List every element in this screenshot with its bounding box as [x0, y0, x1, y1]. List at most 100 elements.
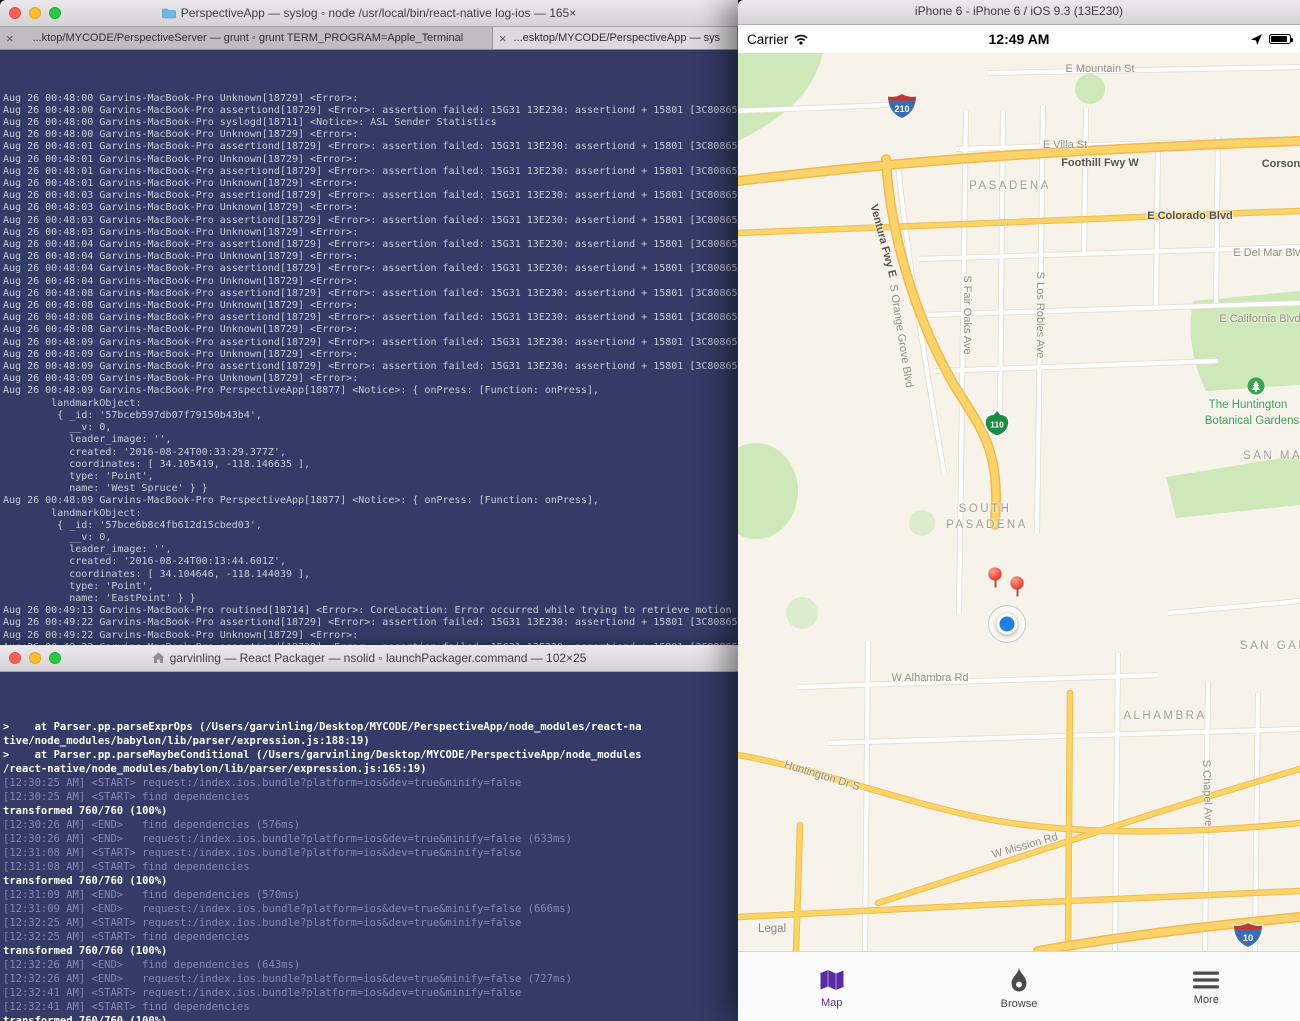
tab-map[interactable]: Map — [738, 952, 925, 1021]
terminal-line: Aug 26 00:48:00 Garvins-MacBook-Pro Unkn… — [3, 129, 359, 141]
terminal-tabstrip: × ...ktop/MYCODE/PerspectiveServer — gru… — [0, 27, 738, 50]
terminal-line: Aug 26 00:48:03 Garvins-MacBook-Pro Unkn… — [3, 226, 359, 238]
location-arrow-icon — [1251, 33, 1262, 45]
terminal-line: coordinates: [ 34.105419, -118.146635 ], — [3, 458, 311, 470]
map-label: Foothill Fwy W — [1061, 157, 1139, 169]
terminal-output[interactable]: > at Parser.pp.parseExprOps (/Users/garv… — [0, 672, 738, 1021]
terminal-line: [12:31:09 AM] <END> find dependencies (5… — [3, 889, 301, 901]
terminal-window-packager: garvinling — React Packager — nsolid ◦ l… — [0, 645, 738, 1021]
map-label: W Alhambra Rd — [891, 672, 969, 684]
minimize-window-button[interactable] — [29, 7, 41, 19]
highway-shield-10: 10 — [1232, 921, 1264, 949]
terminal-line: type: 'Point', — [3, 470, 154, 482]
terminal-line: Aug 26 00:48:03 Garvins-MacBook-Pro asse… — [3, 190, 738, 202]
map-label: S Chapel Ave — [1199, 759, 1215, 827]
map-label: Botanical Gardens — [1204, 415, 1300, 427]
terminal-line: { _id: '57bce6b8c4fb612d15cbed03', — [3, 519, 262, 531]
traffic-lights — [9, 7, 61, 19]
terminal-line: Aug 26 00:48:09 Garvins-MacBook-Pro asse… — [3, 361, 738, 373]
svg-text:10: 10 — [1243, 933, 1254, 944]
terminal-titlebar[interactable]: PerspectiveApp — syslog ◦ node /usr/loca… — [0, 0, 738, 27]
terminal-line: transformed 760/760 (100%) — [3, 875, 168, 887]
terminal-output[interactable]: Aug 26 00:48:00 Garvins-MacBook-Pro Unkn… — [0, 50, 738, 645]
terminal-line: Aug 26 00:48:09 Garvins-MacBook-Pro Unkn… — [3, 348, 359, 360]
map-pin[interactable] — [1010, 576, 1024, 597]
traffic-lights — [9, 652, 61, 664]
map-view[interactable]: E Mountain St E Villa St Foothill Fwy W Cor… — [738, 53, 1300, 951]
terminal-line: [12:32:41 AM] <START> find dependencies — [3, 1001, 250, 1013]
terminal-line: Aug 26 00:48:09 Garvins-MacBook-Pro asse… — [3, 336, 738, 348]
terminal-line: [12:30:26 AM] <END> find dependencies (5… — [3, 819, 301, 831]
terminal-line: > at Parser.pp.parseExprOps (/Users/garv… — [3, 721, 642, 733]
terminal-line: Aug 26 00:48:08 Garvins-MacBook-Pro Unkn… — [3, 324, 359, 336]
terminal-line: created: '2016-08-24T00:33:29.377Z', — [3, 446, 286, 458]
window-title: PerspectiveApp — syslog ◦ node /usr/loca… — [161, 6, 577, 20]
terminal-line: Aug 26 00:48:09 Garvins-MacBook-Pro Unkn… — [3, 373, 359, 385]
map-label: SOUTH — [958, 503, 1012, 515]
terminal-line: Aug 26 00:48:09 Garvins-MacBook-Pro Pers… — [3, 495, 600, 507]
terminal-line: Aug 26 00:48:09 Garvins-MacBook-Pro Pers… — [3, 385, 600, 397]
tab-more[interactable]: More — [1113, 952, 1300, 1021]
user-location-dot — [988, 605, 1026, 643]
status-time: 12:49 AM — [988, 31, 1050, 47]
legal-link[interactable]: Legal — [758, 923, 786, 935]
terminal-line: Aug 26 00:48:01 Garvins-MacBook-Pro Unkn… — [3, 178, 359, 190]
terminal-tab-label: ...ktop/MYCODE/PerspectiveServer — grunt… — [32, 32, 464, 44]
terminal-line: [12:32:25 AM] <START> request:/index.ios… — [3, 917, 522, 929]
terminal-line: /react-native/node_modules/babylon/lib/p… — [3, 763, 427, 775]
map-label: E Villa St — [1042, 139, 1088, 151]
terminal-line: Aug 26 00:48:01 Garvins-MacBook-Pro Unkn… — [3, 153, 359, 165]
tab-bar: Map Browse More — [738, 951, 1300, 1021]
terminal-line: Aug 26 00:48:03 Garvins-MacBook-Pro asse… — [3, 214, 738, 226]
close-icon[interactable]: × — [499, 32, 507, 45]
terminal-line: [12:32:26 AM] <END> find dependencies (6… — [3, 959, 301, 971]
terminal-line: name: 'EastPoint' } } — [3, 592, 196, 604]
map-label: E Mountain St — [1065, 63, 1135, 75]
close-icon[interactable]: × — [6, 32, 14, 45]
window-title-text: PerspectiveApp — syslog ◦ node /usr/loca… — [180, 6, 577, 20]
map-label: SAN GABRIEL — [1239, 640, 1300, 652]
simulator-window: iPhone 6 - iPhone 6 / iOS 9.3 (13E230) C… — [738, 0, 1300, 1021]
zoom-window-button[interactable] — [49, 652, 61, 664]
terminal-line: tive/node_modules/babylon/lib/parser/exp… — [3, 735, 370, 747]
minimize-window-button[interactable] — [29, 652, 41, 664]
terminal-tab[interactable]: × ...ktop/MYCODE/PerspectiveServer — gru… — [0, 27, 493, 49]
terminal-line: Aug 26 00:49:13 Garvins-MacBook-Pro rout… — [3, 605, 732, 617]
terminal-line: Aug 26 00:49:22 Garvins-MacBook-Pro Unkn… — [3, 629, 359, 641]
terminal-line: Aug 26 00:48:00 Garvins-MacBook-Pro Unkn… — [3, 92, 359, 104]
simulator-titlebar[interactable]: iPhone 6 - iPhone 6 / iOS 9.3 (13E230) — [738, 0, 1300, 25]
close-window-button[interactable] — [9, 7, 21, 19]
terminal-window-syslog: PerspectiveApp — syslog ◦ node /usr/loca… — [0, 0, 738, 645]
terminal-line: transformed 760/760 (100%) — [3, 1015, 168, 1021]
terminal-line: Aug 26 00:48:03 Garvins-MacBook-Pro Unkn… — [3, 202, 359, 214]
map-label: The Huntington — [1208, 399, 1288, 411]
map-label: SAN MARINO — [1243, 450, 1300, 462]
map-label: S Fair Oaks Ave — [961, 275, 973, 355]
tree-icon — [1247, 377, 1265, 395]
terminal-line: [12:31:08 AM] <START> request:/index.ios… — [3, 847, 522, 859]
map-pin[interactable] — [988, 567, 1002, 588]
terminal-line: name: 'West Spruce' } } — [3, 483, 208, 495]
terminal-line: __v: 0, — [3, 531, 112, 543]
terminal-tab[interactable]: × ...esktop/MYCODE/PerspectiveApp — sys — [493, 27, 738, 49]
tab-map-label: Map — [820, 997, 843, 1009]
terminal-line: [12:32:25 AM] <START> find dependencies — [3, 931, 250, 943]
tab-browse-label: Browse — [1000, 998, 1038, 1010]
zoom-window-button[interactable] — [49, 7, 61, 19]
window-title: garvinling — React Packager — nsolid ◦ l… — [152, 651, 586, 665]
terminal-line: created: '2016-08-24T00:13:44.601Z', — [3, 556, 286, 568]
svg-text:110: 110 — [990, 420, 1004, 430]
map-label: Corson St — [1261, 158, 1300, 170]
terminal-tab-label: ...esktop/MYCODE/PerspectiveApp — sys — [513, 32, 721, 44]
map-label: E Del Mar Blvd — [1233, 247, 1300, 259]
close-window-button[interactable] — [9, 652, 21, 664]
terminal-line: Aug 26 00:48:04 Garvins-MacBook-Pro Unkn… — [3, 251, 359, 263]
home-icon — [152, 652, 165, 663]
terminal-titlebar[interactable]: garvinling — React Packager — nsolid ◦ l… — [0, 645, 738, 672]
terminal-line: Aug 26 00:48:04 Garvins-MacBook-Pro asse… — [3, 239, 738, 251]
tab-browse[interactable]: Browse — [925, 952, 1112, 1021]
map-label: E California Blvd — [1219, 313, 1300, 325]
terminal-line: [12:30:25 AM] <START> find dependencies — [3, 791, 250, 803]
battery-icon — [1269, 34, 1293, 44]
terminal-line: Aug 26 00:48:01 Garvins-MacBook-Pro asse… — [3, 141, 738, 153]
